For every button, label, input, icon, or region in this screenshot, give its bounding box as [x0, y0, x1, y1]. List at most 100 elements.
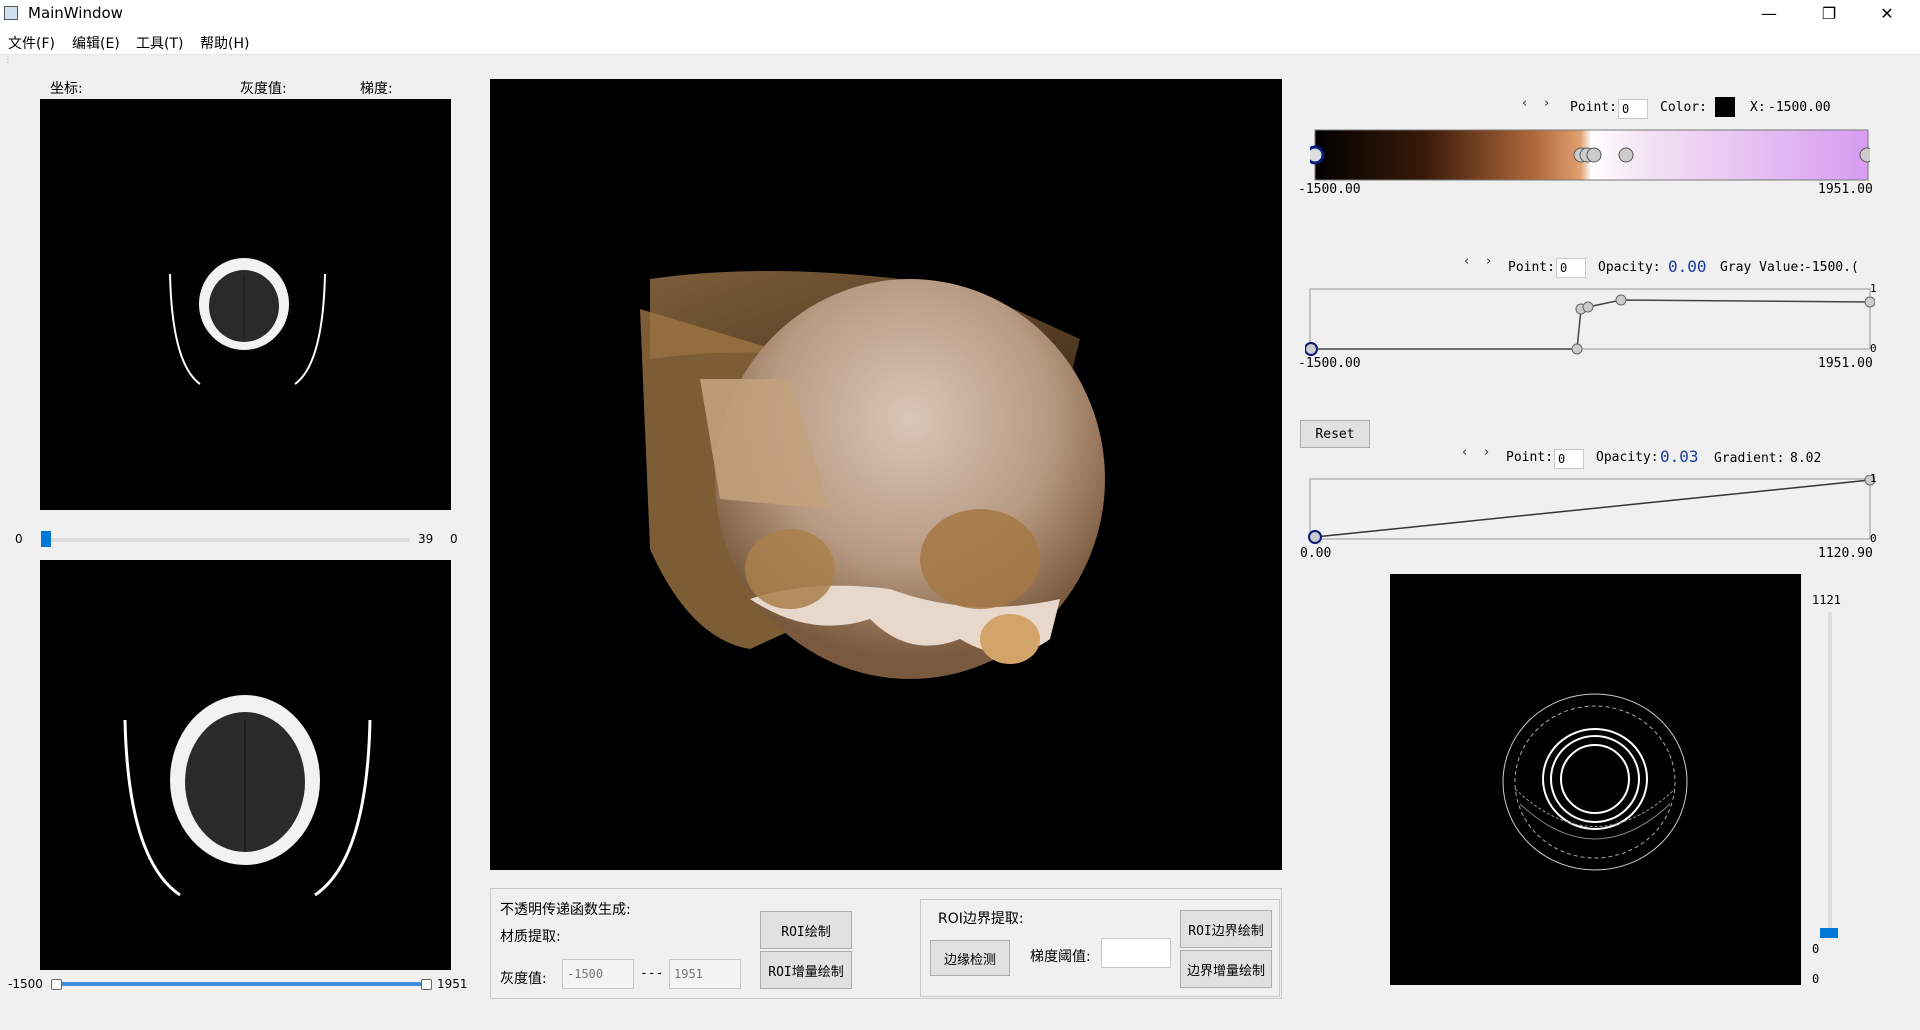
opacity-node	[1582, 301, 1594, 313]
roi-edge-draw-button[interactable]: ROI边界绘制	[1180, 910, 1272, 948]
gray-range-label: 灰度值:	[500, 971, 547, 987]
gradient-range-min: 0.00	[1300, 546, 1332, 561]
color-point-spinbox[interactable]: 0	[1618, 99, 1648, 119]
gradient-node	[1308, 530, 1322, 544]
color-next-arrow-icon[interactable]: ›	[1544, 96, 1549, 111]
gray-value-label-tf: Gray Value:	[1720, 260, 1807, 275]
range-separator: ---	[640, 966, 664, 981]
toolbar-grip: ⋮	[4, 55, 12, 64]
color-x-value: -1500.00	[1768, 100, 1831, 115]
slice-slider-track[interactable]	[44, 538, 410, 542]
color-node	[1618, 147, 1634, 163]
menu-bar: 文件(F) 编辑(E) 工具(T) 帮助(H)	[0, 30, 1920, 55]
gradient-next-arrow-icon[interactable]: ›	[1484, 445, 1489, 460]
color-label: Color:	[1660, 100, 1707, 115]
edge-image	[1502, 693, 1688, 871]
color-transfer-function[interactable]	[1305, 128, 1875, 184]
gradient-prev-arrow-icon[interactable]: ‹	[1462, 445, 1467, 460]
opacity-prev-arrow-icon[interactable]: ‹	[1464, 254, 1469, 269]
opacity-range-max: 1951.00	[1818, 356, 1873, 371]
title-bar: MainWindow — ❐ ✕	[0, 0, 1920, 30]
threshold-label: 梯度阈值:	[1030, 949, 1091, 965]
color-x-label: X:	[1750, 100, 1766, 115]
color-range-max: 1951.00	[1818, 182, 1873, 197]
opacity-y-min: 0	[1870, 342, 1877, 355]
close-button[interactable]: ✕	[1864, 0, 1910, 30]
menu-help[interactable]: 帮助(H)	[200, 33, 249, 53]
coord-label: 坐标:	[50, 81, 83, 97]
opacity-label: Opacity:	[1598, 260, 1661, 275]
roi-incremental-button[interactable]: ROI增量绘制	[760, 951, 852, 989]
slice-value-label: 0	[450, 532, 458, 546]
roi-draw-button[interactable]: ROI绘制	[760, 911, 852, 949]
rendered-skull	[640, 271, 1105, 679]
opacity-point-spinbox[interactable]: 0	[1556, 258, 1586, 278]
opacity-panel-title: 不透明传递函数生成:	[500, 902, 631, 918]
edge-slider-value: 0	[1812, 942, 1820, 956]
slice-view-bottom[interactable]	[40, 560, 451, 970]
edge-slider-track[interactable]	[1828, 612, 1832, 930]
ct-slice-small	[169, 258, 326, 385]
opacity-node	[1571, 343, 1583, 355]
gradient-value: 8.02	[1790, 451, 1822, 466]
color-node	[1586, 147, 1602, 163]
reset-button[interactable]: Reset	[1300, 420, 1370, 448]
minimize-button[interactable]: —	[1746, 0, 1792, 30]
opacity-point-label: Point:	[1508, 260, 1555, 275]
gradient-opacity-label: Opacity:	[1596, 450, 1659, 465]
opacity-transfer-function[interactable]	[1304, 285, 1876, 357]
gradient-y-min: 0	[1870, 532, 1877, 545]
edge-slider-max: 1121	[1812, 593, 1841, 607]
slice-slider-handle[interactable]	[41, 531, 51, 547]
range-min-label: -1500	[8, 977, 43, 991]
gray-min-input[interactable]	[562, 959, 634, 989]
range-slider-max-handle[interactable]	[421, 979, 432, 990]
range-max-label: 1951	[437, 977, 468, 991]
range-slider-min-handle[interactable]	[51, 979, 62, 990]
opacity-y-max: 1	[1870, 282, 1877, 295]
edge-detect-button[interactable]: 边缘检测	[930, 940, 1010, 976]
color-prev-arrow-icon[interactable]: ‹	[1522, 96, 1527, 111]
edge-detection-view[interactable]	[1390, 574, 1801, 985]
gradient-label-tf: Gradient:	[1714, 451, 1785, 466]
color-point-label: Point:	[1570, 100, 1617, 115]
menu-edit[interactable]: 编辑(E)	[72, 33, 120, 53]
volume-render-view[interactable]	[490, 79, 1282, 870]
edge-panel-title: ROI边界提取:	[938, 911, 1024, 927]
opacity-node	[1615, 294, 1627, 306]
slice-view-top[interactable]	[40, 99, 451, 510]
slice-min-label: 0	[15, 532, 23, 546]
menu-tools[interactable]: 工具(T)	[136, 33, 183, 53]
gradient-range-max: 1120.90	[1818, 546, 1873, 561]
range-slider-fill	[57, 982, 427, 986]
gradient-y-max: 1	[1870, 472, 1877, 485]
edge-slider-handle[interactable]	[1820, 928, 1838, 938]
threshold-input[interactable]	[1101, 938, 1171, 968]
gradient-label: 梯度:	[360, 81, 393, 97]
color-node	[1305, 145, 1325, 165]
maximize-button[interactable]: ❐	[1806, 0, 1852, 30]
app-icon	[4, 6, 18, 20]
color-swatch[interactable]	[1715, 97, 1735, 117]
edge-slider-min: 0	[1812, 972, 1820, 986]
opacity-range-min: -1500.00	[1298, 356, 1361, 371]
ct-slice-large	[123, 695, 372, 897]
gray-max-input[interactable]	[669, 959, 741, 989]
menu-file[interactable]: 文件(F)	[8, 33, 55, 53]
gradient-opacity-value: 0.03	[1660, 447, 1699, 466]
opacity-value: 0.00	[1668, 257, 1707, 276]
gray-value-label: 灰度值:	[240, 81, 287, 97]
material-label: 材质提取:	[500, 929, 561, 945]
gray-value-tf: -1500.(	[1804, 260, 1859, 275]
opacity-next-arrow-icon[interactable]: ›	[1486, 254, 1491, 269]
slice-max-label: 39	[418, 532, 434, 546]
window-title: MainWindow	[28, 4, 123, 22]
opacity-node	[1304, 342, 1318, 356]
gradient-point-label: Point:	[1506, 450, 1553, 465]
opacity-node	[1864, 296, 1876, 308]
color-range-min: -1500.00	[1298, 182, 1361, 197]
color-node	[1859, 147, 1875, 163]
gradient-transfer-function[interactable]	[1305, 474, 1876, 547]
edge-incremental-button[interactable]: 边界增量绘制	[1180, 950, 1272, 988]
gradient-point-spinbox[interactable]: 0	[1554, 449, 1584, 469]
